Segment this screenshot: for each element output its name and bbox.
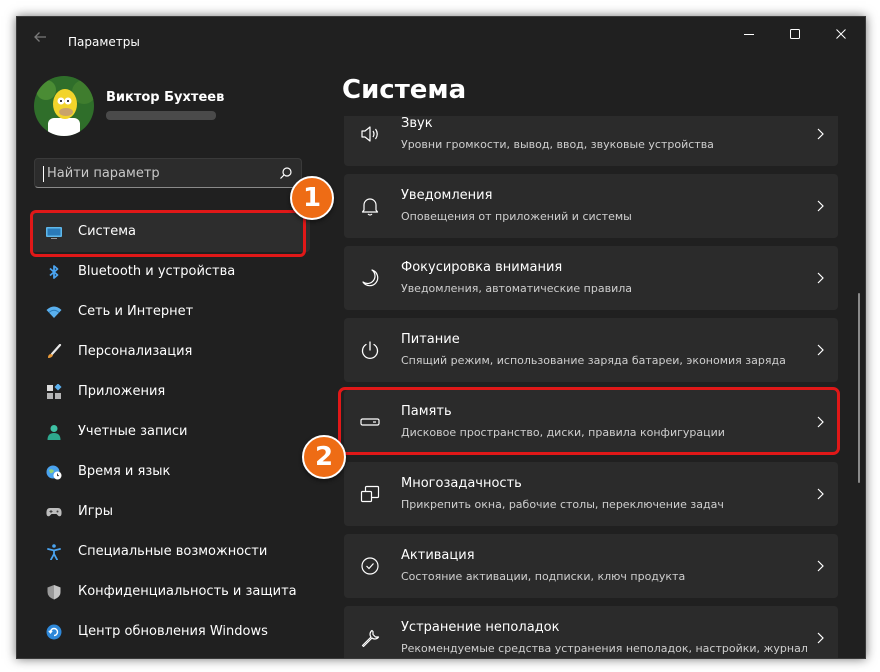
multitask-icon (360, 485, 380, 503)
apps-icon (47, 384, 62, 399)
title-bar: Параметры (17, 17, 865, 57)
highlight-frame-storage (338, 387, 840, 455)
chevron-right-icon (817, 560, 824, 572)
minimize-icon (744, 34, 754, 35)
check-circle-icon (361, 557, 379, 575)
sidebar-nav: Система Bluetooth и устройства Сеть и Ин… (30, 212, 310, 652)
step-badge-number: 2 (314, 442, 334, 472)
sidebar-item-windows-update[interactable]: Центр обновления Windows (30, 612, 310, 652)
sidebar-item-label: Конфиденциальность и защита (78, 584, 297, 599)
close-icon (836, 29, 846, 39)
card-subtitle: Уровни громкости, вывод, ввод, звуковые … (401, 138, 714, 151)
card-title: Звук (401, 116, 433, 131)
sidebar-item-label: Специальные возможности (78, 544, 268, 559)
scrollbar[interactable] (858, 293, 860, 483)
profile-name: Виктор Бухтеев (106, 90, 225, 105)
chevron-right-icon (817, 344, 824, 356)
search-icon (280, 167, 292, 179)
sidebar-item-label: Сеть и Интернет (78, 304, 194, 319)
gamepad-icon (46, 508, 62, 517)
sidebar-item-gaming[interactable]: Игры (30, 492, 310, 532)
sidebar-item-label: Время и язык (78, 464, 171, 479)
close-button[interactable] (818, 17, 864, 51)
power-icon (361, 341, 379, 359)
chevron-right-icon (817, 632, 824, 644)
sidebar-item-personalization[interactable]: Персонализация (30, 332, 310, 372)
card-subtitle: Спящий режим, использование заряда батар… (401, 354, 786, 367)
text-caret (43, 166, 44, 182)
search-input[interactable]: Найти параметр (34, 158, 302, 188)
card-sound[interactable]: Звук Уровни громкости, вывод, ввод, звук… (344, 116, 838, 166)
brush-icon (48, 344, 62, 358)
chevron-right-icon (817, 200, 824, 212)
bluetooth-icon (49, 265, 59, 279)
card-notifications[interactable]: Уведомления Оповещения от приложений и с… (344, 174, 838, 238)
maximize-icon (790, 29, 800, 39)
wrench-icon (361, 629, 380, 648)
page-title: Система (342, 75, 467, 105)
sidebar-item-label: Учетные записи (78, 424, 188, 439)
wifi-icon (46, 306, 62, 318)
card-subtitle: Уведомления, автоматические правила (401, 282, 632, 295)
sidebar-item-apps[interactable]: Приложения (30, 372, 310, 412)
sidebar-item-privacy[interactable]: Конфиденциальность и защита (30, 572, 310, 612)
update-icon (46, 624, 62, 640)
card-title: Уведомления (401, 188, 493, 203)
moon-icon (362, 269, 379, 287)
card-title: Многозадачность (401, 476, 522, 491)
user-icon (47, 425, 61, 440)
sidebar-item-network[interactable]: Сеть и Интернет (30, 292, 310, 332)
chevron-right-icon (817, 128, 824, 140)
sidebar-item-label: Приложения (78, 384, 166, 399)
accessibility-icon (47, 544, 61, 560)
card-title: Активация (401, 548, 475, 563)
app-title: Параметры (68, 35, 140, 49)
minimize-button[interactable] (726, 17, 772, 51)
sidebar-item-accounts[interactable]: Учетные записи (30, 412, 310, 452)
shield-icon (47, 585, 61, 600)
card-focus[interactable]: Фокусировка внимания Уведомления, автома… (344, 246, 838, 310)
sidebar-item-label: Персонализация (78, 344, 193, 359)
avatar-image (34, 76, 94, 136)
card-title: Питание (401, 332, 460, 347)
step-badge-1: 1 (290, 176, 334, 220)
card-subtitle: Прикрепить окна, рабочие столы, переключ… (401, 498, 724, 511)
card-activation[interactable]: Активация Состояние активации, подписки,… (344, 534, 838, 598)
sidebar-item-time-language[interactable]: Время и язык (30, 452, 310, 492)
settings-window: Параметры Виктор Бухтеев Найти параметр … (16, 16, 866, 659)
sidebar-item-bluetooth[interactable]: Bluetooth и устройства (30, 252, 310, 292)
step-badge-2: 2 (302, 435, 346, 479)
card-power[interactable]: Питание Спящий режим, использование заря… (344, 318, 838, 382)
card-subtitle: Рекомендуемые средства устранения непола… (401, 642, 808, 655)
card-troubleshoot[interactable]: Устранение неполадок Рекомендуемые средс… (344, 606, 838, 658)
card-title: Фокусировка внимания (401, 260, 563, 275)
back-button[interactable] (29, 27, 53, 47)
sidebar-item-label: Игры (78, 504, 114, 519)
bell-icon (361, 198, 379, 216)
arrow-left-icon (34, 32, 46, 42)
maximize-button[interactable] (772, 17, 818, 51)
speaker-icon (361, 126, 378, 142)
chevron-right-icon (817, 272, 824, 284)
card-title: Устранение неполадок (401, 620, 560, 635)
profile-email-redacted (106, 111, 216, 120)
card-subtitle: Оповещения от приложений и системы (401, 210, 632, 223)
sidebar-item-label: Центр обновления Windows (78, 624, 268, 639)
avatar[interactable] (34, 76, 94, 136)
chevron-right-icon (817, 488, 824, 500)
highlight-frame-system (30, 210, 306, 257)
globe-clock-icon (46, 465, 62, 480)
sidebar-item-label: Bluetooth и устройства (78, 264, 236, 279)
sidebar-item-accessibility[interactable]: Специальные возможности (30, 532, 310, 572)
card-subtitle: Состояние активации, подписки, ключ прод… (401, 570, 686, 583)
search-placeholder: Найти параметр (47, 166, 160, 181)
step-badge-number: 1 (302, 183, 322, 213)
card-multitasking[interactable]: Многозадачность Прикрепить окна, рабочие… (344, 462, 838, 526)
